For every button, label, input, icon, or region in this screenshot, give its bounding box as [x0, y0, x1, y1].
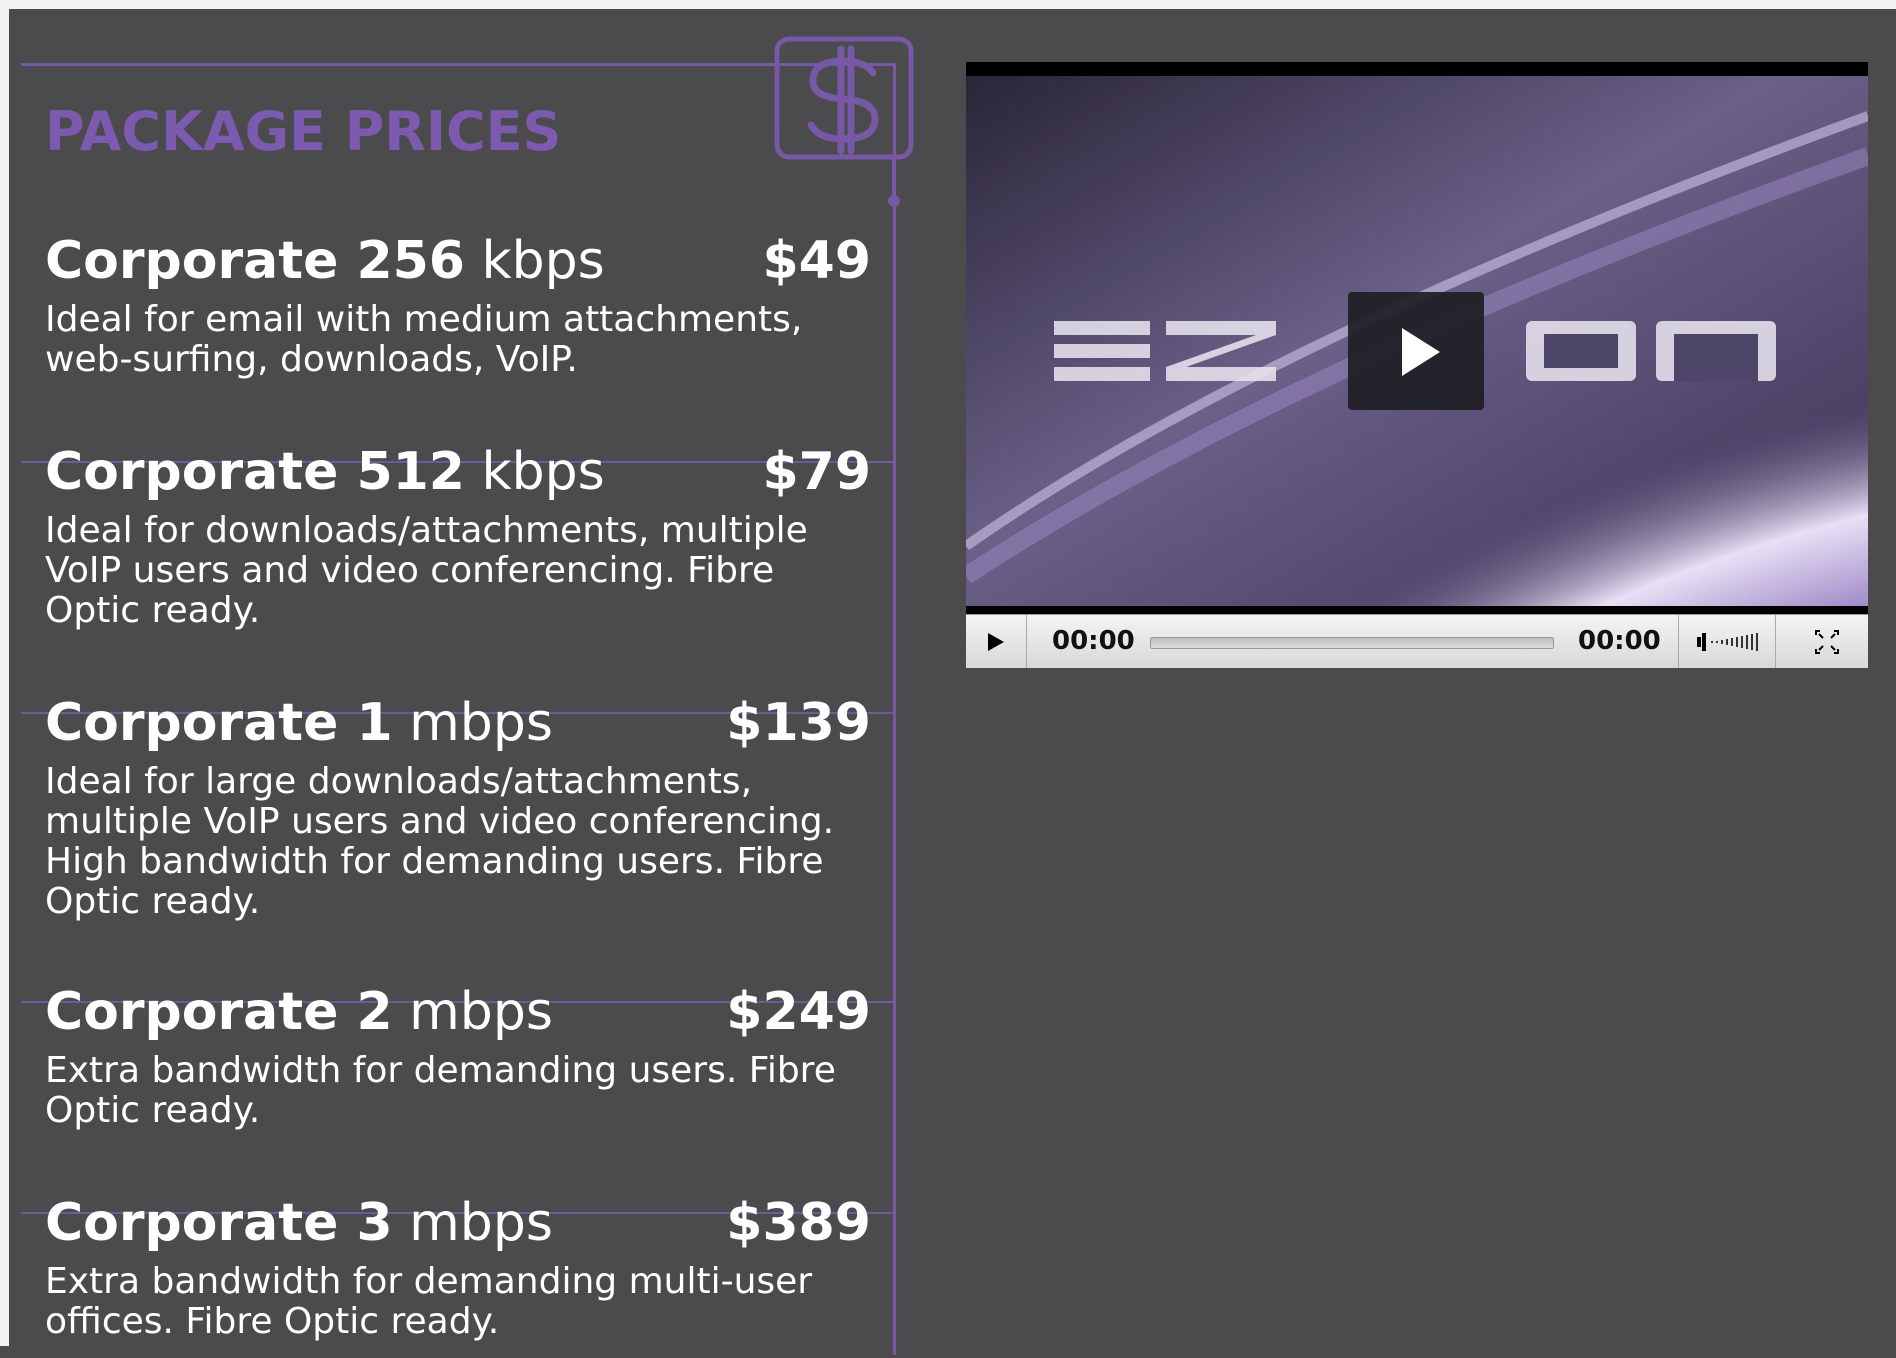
play-button[interactable]: [966, 615, 1027, 668]
package-price: $139: [726, 693, 871, 753]
package-prices-title: PACKAGE PRICES: [45, 100, 562, 163]
package-name: Corporate 3 mbps: [45, 1193, 553, 1253]
package-description: Extra bandwidth for demanding users. Fib…: [45, 1050, 836, 1131]
video-poster[interactable]: [966, 76, 1868, 606]
package-description: Extra bandwidth for demanding multi-user…: [45, 1261, 813, 1342]
play-overlay-button[interactable]: [1348, 292, 1484, 410]
fullscreen-icon: [1815, 630, 1839, 654]
play-icon: [988, 633, 1004, 651]
package-item-corporate-3: Corporate 3 mbps $389 Extra bandwidth fo…: [21, 1188, 893, 1358]
dollar-icon: [774, 36, 914, 207]
package-name: Corporate 256 kbps: [45, 231, 605, 291]
package-price: $249: [726, 982, 871, 1042]
package-description: Ideal for email with medium attachments,…: [45, 299, 803, 380]
current-time: 00:00: [1052, 626, 1135, 656]
play-icon: [1402, 328, 1440, 376]
total-time: 00:00: [1578, 626, 1661, 656]
package-prices-panel: PACKAGE PRICES Corporate 256 kbps $49 Id…: [21, 63, 896, 1355]
package-price: $49: [762, 231, 871, 291]
package-item-corporate-2: Corporate 2 mbps $249 Extra bandwidth fo…: [21, 977, 893, 1214]
package-item-corporate-256: Corporate 256 kbps $49 Ideal for email w…: [21, 226, 893, 463]
video-player[interactable]: 00:00 00:00: [966, 62, 1868, 668]
package-name: Corporate 512 kbps: [45, 442, 605, 502]
fullscreen-button[interactable]: [1786, 615, 1868, 668]
volume-control[interactable]: [1678, 615, 1776, 668]
volume-icon: [1697, 633, 1758, 651]
package-item-corporate-512: Corporate 512 kbps $79 Ideal for downloa…: [21, 437, 893, 714]
package-price: $389: [726, 1193, 871, 1253]
package-description: Ideal for downloads/attachments, multipl…: [45, 510, 808, 631]
player-controls: 00:00 00:00: [966, 614, 1868, 668]
package-name: Corporate 1 mbps: [45, 693, 553, 753]
package-name: Corporate 2 mbps: [45, 982, 553, 1042]
package-description: Ideal for large downloads/attachments, m…: [45, 761, 835, 922]
page-background: PACKAGE PRICES Corporate 256 kbps $49 Id…: [0, 0, 1896, 1355]
package-price: $79: [762, 442, 871, 502]
progress-bar[interactable]: [1150, 637, 1554, 649]
package-item-corporate-1: Corporate 1 mbps $139 Ideal for large do…: [21, 688, 893, 1003]
